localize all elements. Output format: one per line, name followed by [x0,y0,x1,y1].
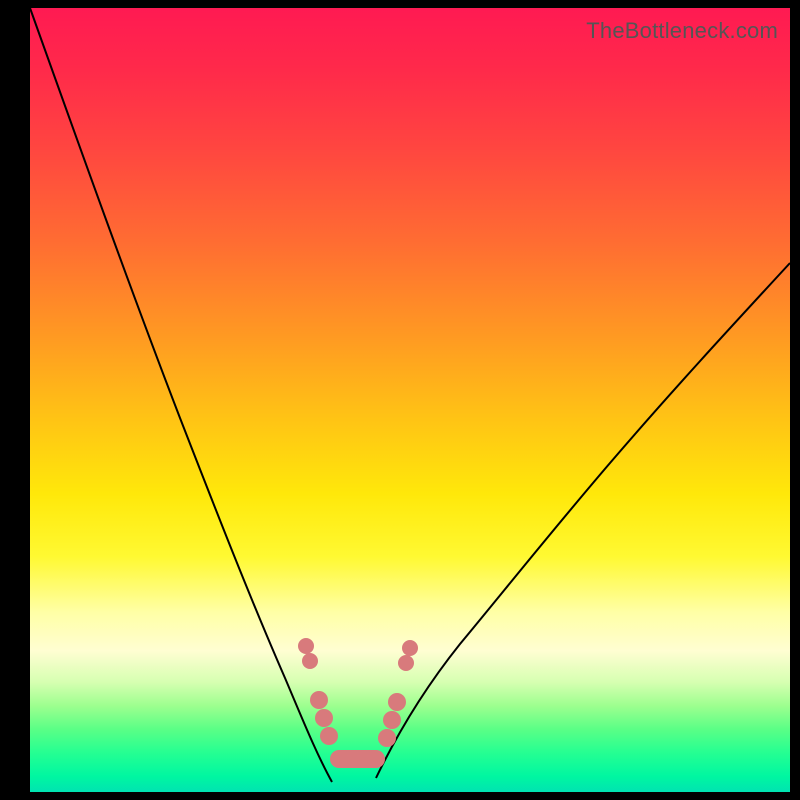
dot-left-1 [298,638,314,654]
dot-right-5 [378,729,396,747]
dot-left-2 [302,653,318,669]
bottom-band [330,750,385,768]
dot-left-3 [310,691,328,709]
dot-right-1 [402,640,418,656]
chart-svg [30,8,790,792]
dot-right-4 [383,711,401,729]
dot-right-2 [398,655,414,671]
left-curve [30,8,332,782]
dot-left-4 [315,709,333,727]
chart-frame: TheBottleneck.com [30,8,790,792]
right-curve [376,263,790,778]
dot-left-5 [320,727,338,745]
dot-right-3 [388,693,406,711]
